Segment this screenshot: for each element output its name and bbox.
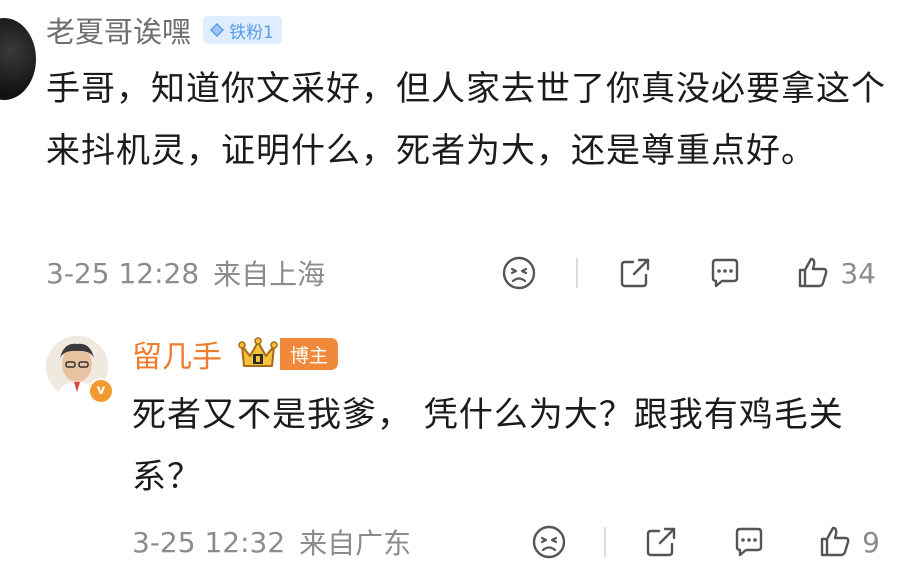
fan-badge-label: 铁粉1 bbox=[229, 22, 274, 43]
diamond-icon bbox=[210, 23, 225, 37]
comment-location: 来自上海 bbox=[213, 258, 326, 291]
comment-icon[interactable] bbox=[706, 254, 744, 292]
sad-face-icon[interactable] bbox=[500, 254, 538, 292]
share-icon[interactable] bbox=[616, 254, 654, 292]
comment-location: 来自广东 bbox=[299, 527, 412, 560]
comment-actions: 34 bbox=[500, 253, 876, 293]
like-count: 9 bbox=[862, 525, 880, 559]
share-icon[interactable] bbox=[642, 523, 680, 561]
comment-icon[interactable] bbox=[730, 523, 768, 561]
fan-badge[interactable]: 铁粉1 bbox=[203, 16, 282, 44]
comment-header: 老夏哥诶嘿 铁粉1 bbox=[46, 10, 282, 50]
comment-item: 老夏哥诶嘿 铁粉1 手哥，知道你文采好，但人家去世了你真没必要拿这个来抖机灵，证… bbox=[0, 0, 914, 305]
thumbs-up-icon[interactable] bbox=[794, 254, 832, 292]
verified-badge: v bbox=[88, 378, 114, 404]
reply-item: v 留几手 博主 死者又不是我爹， 凭什么为大？跟我有鸡毛关系？ 3-25 12… bbox=[0, 322, 914, 582]
host-badge: 博主 bbox=[280, 338, 339, 370]
avatar[interactable] bbox=[0, 18, 36, 100]
divider bbox=[576, 258, 579, 288]
comment-time: 3-25 12:28 bbox=[46, 256, 200, 290]
comment-actions: 9 bbox=[530, 522, 880, 562]
divider bbox=[604, 527, 607, 557]
crown-icon bbox=[238, 337, 278, 367]
thumbs-up-icon[interactable] bbox=[816, 523, 854, 561]
like-count: 34 bbox=[840, 256, 876, 290]
comment-time: 3-25 12:32 bbox=[132, 525, 286, 559]
comment-header: 留几手 博主 bbox=[132, 332, 339, 376]
reply-text: 死者又不是我爹， 凭什么为大？跟我有鸡毛关系？ bbox=[132, 395, 844, 497]
sad-face-icon[interactable] bbox=[530, 523, 568, 561]
username[interactable]: 留几手 bbox=[132, 332, 222, 376]
username[interactable]: 老夏哥诶嘿 bbox=[46, 9, 191, 51]
comment-text: 手哥，知道你文采好，但人家去世了你真没必要拿这个来抖机灵，证明什么，死者为大，还… bbox=[46, 69, 886, 171]
reply-meta: 3-25 12:32 来自广东 9 bbox=[132, 522, 898, 562]
comment-meta: 3-25 12:28 来自上海 34 bbox=[46, 253, 896, 293]
